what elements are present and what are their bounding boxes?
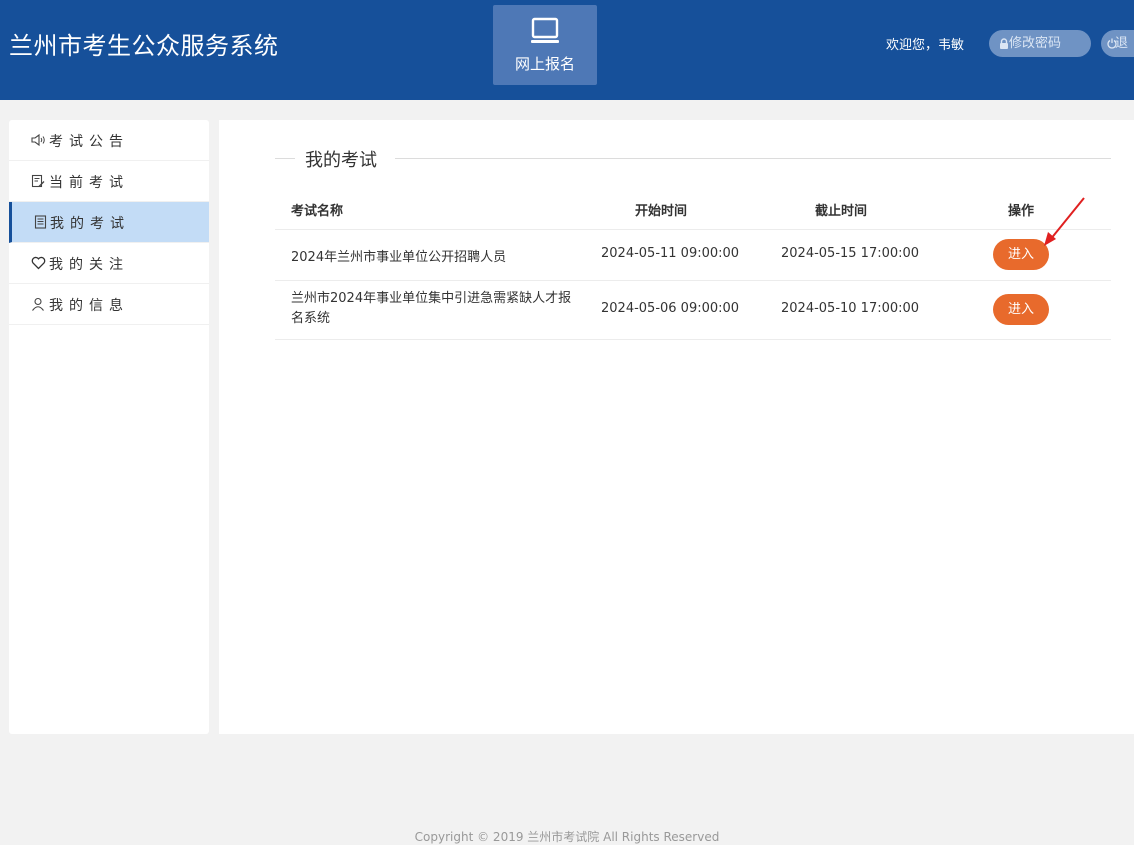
end-time-cell: 2024-05-10 17:00:00 <box>781 301 920 316</box>
nav-tile-label: 网上报名 <box>514 55 575 73</box>
column-header-exam-name: 考试名称 <box>291 204 344 219</box>
top-header: 兰州市考生公众服务系统 网上报名 欢迎您，韦敏 修改密码 退 <box>0 0 1134 100</box>
row-divider <box>275 229 1111 230</box>
column-header-start-time: 开始时间 <box>635 204 688 219</box>
power-icon <box>1107 38 1117 49</box>
annotation-arrow-icon <box>1044 197 1085 246</box>
main-panel: 我的考试 考试名称 开始时间 截止时间 操作 2024年兰州市事业单位公开招聘人… <box>219 120 1134 734</box>
heart-icon <box>31 256 46 274</box>
logout-button[interactable]: 退 <box>1101 30 1134 57</box>
section-title: 我的考试 <box>305 150 377 171</box>
welcome-text: 欢迎您，韦敏 <box>886 38 965 53</box>
change-password-button[interactable]: 修改密码 <box>989 30 1091 57</box>
sidebar-item-label: 考试公告 <box>49 134 129 150</box>
user-icon <box>31 297 45 315</box>
sidebar: 考试公告 当前考试 我的考试 我的关注 我的信息 <box>9 120 209 734</box>
sidebar-item-my-exams[interactable]: 我的考试 <box>9 202 209 243</box>
sidebar-item-label: 我的关注 <box>49 257 129 273</box>
row-divider <box>275 339 1111 340</box>
sidebar-item-label: 我的考试 <box>50 216 130 232</box>
start-time-cell: 2024-05-11 09:00:00 <box>601 246 740 261</box>
start-time-cell: 2024-05-06 09:00:00 <box>601 301 740 316</box>
exam-name-cell: 2024年兰州市事业单位公开招聘人员 <box>291 250 507 265</box>
sidebar-item-label: 我的信息 <box>49 298 129 314</box>
exam-name-cell: 兰州市2024年事业单位集中引进急需紧缺人才报名系统 <box>291 291 572 326</box>
sidebar-item-current-exams[interactable]: 当前考试 <box>9 161 209 202</box>
end-time-cell: 2024-05-15 17:00:00 <box>781 246 920 261</box>
section-divider-left <box>275 158 295 159</box>
nav-online-registration[interactable]: 网上报名 <box>493 5 597 85</box>
column-header-action: 操作 <box>1008 204 1035 219</box>
site-title: 兰州市考生公众服务系统 <box>9 32 279 60</box>
document-edit-icon <box>31 174 45 192</box>
sidebar-item-my-follows[interactable]: 我的关注 <box>9 243 209 284</box>
document-list-icon <box>34 215 47 233</box>
column-header-end-time: 截止时间 <box>815 204 868 219</box>
row-divider <box>275 280 1111 281</box>
sidebar-item-exam-announcements[interactable]: 考试公告 <box>9 120 209 161</box>
megaphone-icon <box>31 133 46 151</box>
monitor-icon <box>531 17 559 49</box>
sidebar-item-label: 当前考试 <box>49 175 129 191</box>
sidebar-item-my-info[interactable]: 我的信息 <box>9 284 209 325</box>
enter-button[interactable]: 进入 <box>993 294 1049 325</box>
section-divider-right <box>395 158 1111 159</box>
change-password-label: 修改密码 <box>1009 36 1062 51</box>
lock-icon <box>1000 38 1008 49</box>
